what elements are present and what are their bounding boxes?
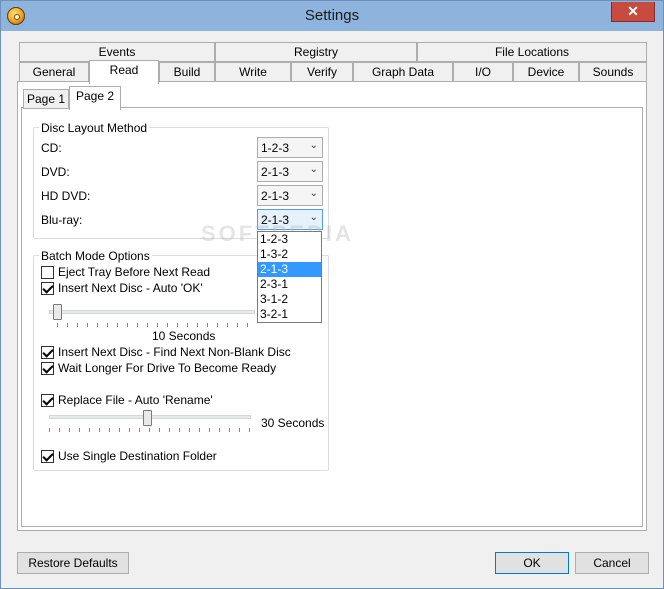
tab-device[interactable]: Device (513, 62, 579, 82)
subtab-page-1[interactable]: Page 1 (23, 89, 69, 109)
checkbox-box[interactable] (41, 282, 54, 295)
auto-ok-slider-ticks (57, 323, 257, 327)
rename-seconds: 30 Seconds (261, 416, 325, 430)
tab-registry[interactable]: Registry (215, 42, 417, 62)
restore-defaults-button[interactable]: Restore Defaults (17, 552, 129, 574)
hd-dvd-label: HD DVD: (41, 189, 91, 203)
auto-ok-slider-track[interactable] (49, 310, 255, 314)
eject-tray-label: Eject Tray Before Next Read (58, 265, 211, 279)
tab-sounds[interactable]: Sounds (579, 62, 647, 82)
dropdown-option[interactable]: 3-2-1 (258, 307, 321, 322)
separator (41, 383, 321, 384)
dvd-layout-select[interactable]: 2-1-3 ⌄ (257, 161, 323, 182)
disc-layout-title: Disc Layout Method (39, 121, 150, 135)
tab-verify[interactable]: Verify (291, 62, 353, 82)
subtab-page-2[interactable]: Page 2 (69, 86, 121, 110)
checkbox-box[interactable] (41, 266, 54, 279)
ok-button[interactable]: OK (495, 552, 569, 574)
tab-events[interactable]: Events (19, 42, 215, 62)
tab-general[interactable]: General (19, 62, 89, 82)
cancel-button[interactable]: Cancel (575, 552, 649, 574)
cd-layout-value: 1-2-3 (261, 141, 290, 155)
chevron-down-icon: ⌄ (309, 188, 318, 199)
dvd-label: DVD: (41, 165, 70, 179)
tab-graph-data[interactable]: Graph Data (353, 62, 453, 82)
cd-label: CD: (41, 141, 62, 155)
auto-ok-seconds: 10 Seconds (152, 329, 216, 343)
dropdown-option[interactable]: 3-1-2 (258, 292, 321, 307)
checkbox-box[interactable] (41, 394, 54, 407)
dropdown-option[interactable]: 2-3-1 (258, 277, 321, 292)
tab-build[interactable]: Build (159, 62, 215, 82)
dropdown-option-selected[interactable]: 2-1-3 (258, 262, 321, 277)
window-title: Settings (304, 7, 360, 24)
single-folder-label: Use Single Destination Folder (58, 449, 217, 463)
tab-file-locations[interactable]: File Locations (417, 42, 647, 62)
checkbox-box[interactable] (41, 362, 54, 375)
batch-mode-title: Batch Mode Options (39, 249, 152, 263)
find-non-blank-label: Insert Next Disc - Find Next Non-Blank D… (58, 345, 291, 359)
hd-dvd-layout-select[interactable]: 2-1-3 ⌄ (257, 185, 323, 206)
dropdown-option[interactable]: 1-3-2 (258, 247, 321, 262)
separator (41, 439, 321, 440)
bluray-label: Blu-ray: (41, 213, 83, 227)
rename-slider-ticks (49, 428, 253, 432)
cd-layout-select[interactable]: 1-2-3 ⌄ (257, 137, 323, 158)
hd-dvd-layout-value: 2-1-3 (261, 189, 290, 203)
tab-io[interactable]: I/O (453, 62, 513, 82)
checkbox-box[interactable] (41, 346, 54, 359)
title-bar[interactable]: Settings ✕ (1, 1, 663, 31)
bluray-layout-dropdown[interactable]: 1-2-3 1-3-2 2-1-3 2-3-1 3-1-2 3-2-1 (257, 231, 322, 323)
settings-window: Settings ✕ Events Registry File Location… (0, 0, 664, 589)
rename-slider-thumb[interactable] (143, 410, 152, 426)
tab-read[interactable]: Read (89, 60, 159, 84)
replace-file-label: Replace File - Auto 'Rename' (58, 393, 213, 407)
insert-auto-ok-label: Insert Next Disc - Auto 'OK' (58, 281, 203, 295)
auto-ok-slider-thumb[interactable] (53, 304, 62, 320)
dvd-layout-value: 2-1-3 (261, 165, 290, 179)
chevron-down-icon: ⌄ (309, 140, 318, 151)
close-button[interactable]: ✕ (611, 2, 655, 22)
checkbox-box[interactable] (41, 450, 54, 463)
dropdown-option[interactable]: 1-2-3 (258, 232, 321, 247)
tab-write[interactable]: Write (215, 62, 291, 82)
chevron-down-icon: ⌄ (309, 164, 318, 175)
wait-longer-label: Wait Longer For Drive To Become Ready (58, 361, 277, 375)
